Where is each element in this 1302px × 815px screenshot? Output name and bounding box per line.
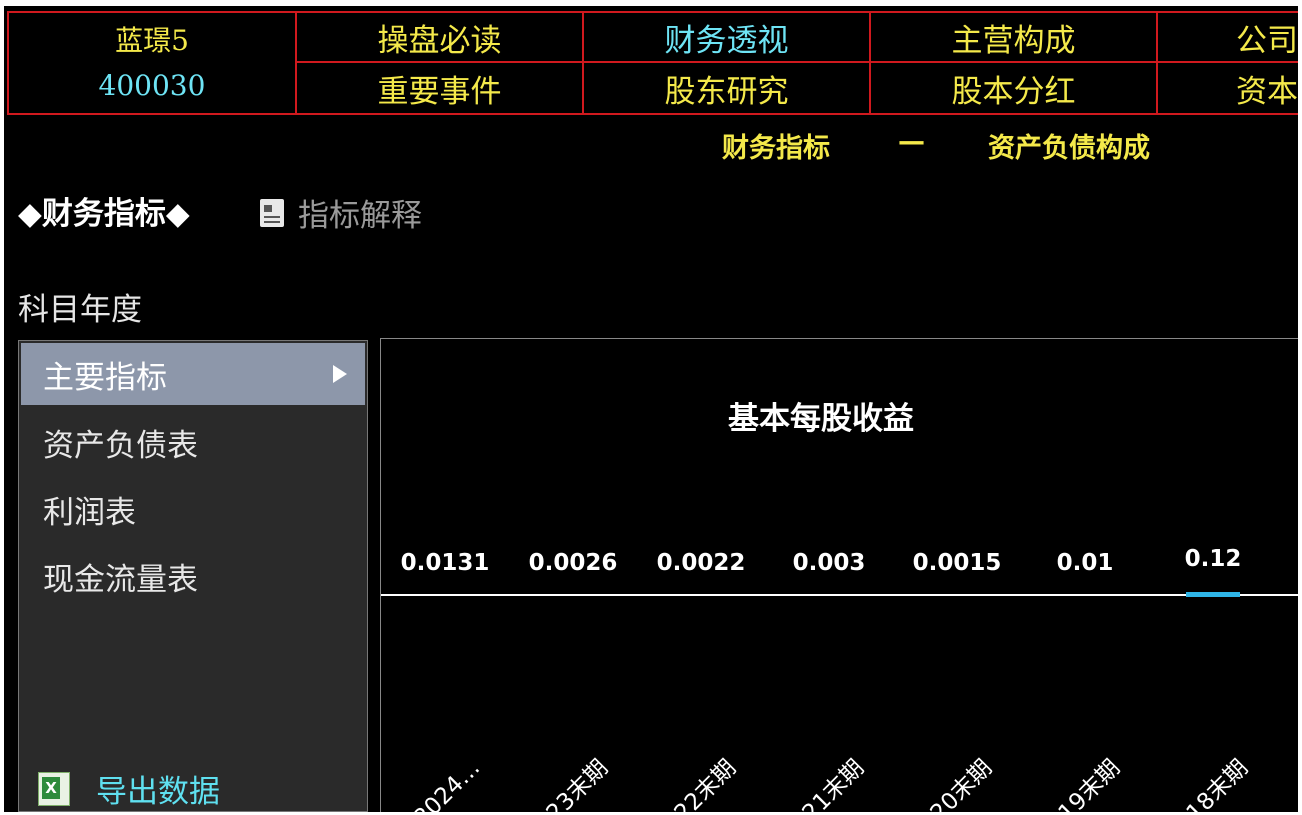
data-label: 0.0022 xyxy=(657,550,746,576)
x-tick-label: 2022末期 xyxy=(649,755,741,812)
x-tick-label: 2018末期 xyxy=(1161,755,1253,812)
menu-item-balance-sheet[interactable]: 资产负债表 xyxy=(21,411,365,473)
nav-gubenfenhong[interactable]: 股本分红 xyxy=(871,63,1158,113)
nav-caiwutoushi[interactable]: 财务透视 xyxy=(584,13,871,63)
breadcrumb-balance-structure[interactable]: 资产负债构成 xyxy=(988,126,1150,165)
data-label: 0.003 xyxy=(793,550,866,576)
chart-canvas: 0.0131 2024… 0.0026 2023末期 0.0022 2022末期 0.003… xyxy=(381,546,1298,812)
subject-year-label: 科目年度 xyxy=(18,292,142,328)
breadcrumb-separator: — xyxy=(898,126,925,157)
bar-highlight xyxy=(1186,592,1240,597)
export-data-button[interactable]: 导出数据 xyxy=(38,766,220,811)
x-tick-label: 2023末期 xyxy=(521,755,613,812)
nav-zhongyaoshijian[interactable]: 重要事件 xyxy=(297,63,584,113)
export-label: 导出数据 xyxy=(96,774,220,810)
data-label: 0.0015 xyxy=(913,550,1002,576)
x-tick-label: 2024… xyxy=(409,755,485,812)
breadcrumb-financial-index[interactable]: 财务指标 xyxy=(722,126,830,165)
x-tick-label: 2020末期 xyxy=(905,755,997,812)
indicator-menu: 主要指标 资产负债表 利润表 现金流量表 xyxy=(18,340,368,812)
top-nav: 蓝璟5 400030 操盘必读 财务透视 主营构成 公司 重要事件 股东研究 股… xyxy=(7,11,1298,115)
data-label: 0.0026 xyxy=(529,550,618,576)
stock-code: 400030 xyxy=(98,69,206,102)
explain-link[interactable]: 指标解释 xyxy=(260,190,422,235)
data-label: 0.12 xyxy=(1185,546,1242,572)
x-tick-label: 2019末期 xyxy=(1033,755,1125,812)
menu-item-label: 利润表 xyxy=(43,494,136,531)
menu-item-cash-flow[interactable]: 现金流量表 xyxy=(21,545,365,607)
stock-info: 蓝璟5 400030 xyxy=(9,13,297,113)
excel-icon xyxy=(38,771,70,806)
data-label: 0.01 xyxy=(1057,550,1114,576)
menu-item-income-statement[interactable]: 利润表 xyxy=(21,478,365,540)
stock-name: 蓝璟5 xyxy=(115,24,189,57)
x-tick-label: 2021末期 xyxy=(777,755,869,812)
nav-ziben[interactable]: 资本 xyxy=(1158,63,1298,113)
nav-gongsi[interactable]: 公司 xyxy=(1158,13,1298,63)
eps-chart: 基本每股收益 0.0131 2024… 0.0026 2023末期 0.0022 2022… xyxy=(380,338,1298,812)
app-window: 蓝璟5 400030 操盘必读 财务透视 主营构成 公司 重要事件 股东研究 股… xyxy=(4,6,1298,812)
menu-item-label: 现金流量表 xyxy=(43,561,198,598)
nav-gudongyanjiu[interactable]: 股东研究 xyxy=(584,63,871,113)
data-label: 0.0131 xyxy=(401,550,490,576)
play-arrow-icon xyxy=(333,365,347,383)
nav-caopanbidu[interactable]: 操盘必读 xyxy=(297,13,584,63)
section-title: ◆财务指标◆ xyxy=(18,196,190,232)
document-icon xyxy=(260,198,284,227)
nav-zhuyinggoucheng[interactable]: 主营构成 xyxy=(871,13,1158,63)
menu-item-main-index[interactable]: 主要指标 xyxy=(21,343,365,405)
menu-item-label: 资产负债表 xyxy=(43,427,198,464)
menu-item-label: 主要指标 xyxy=(43,359,167,396)
explain-label: 指标解释 xyxy=(298,198,422,234)
